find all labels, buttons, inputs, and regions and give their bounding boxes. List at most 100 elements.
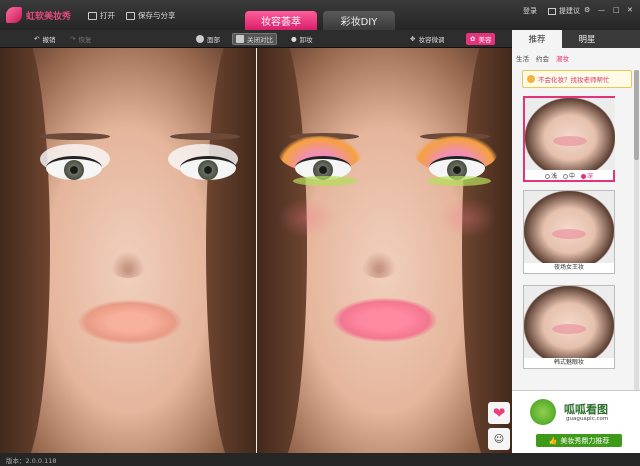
edit-toolbar: ↶ 撤销 ↷ 恢复 面部 关闭对比 ● 卸妆 ✥ 妆容微调 ✿ 美容 xyxy=(0,30,512,48)
redo-label: 恢复 xyxy=(78,36,92,44)
remove-makeup-button[interactable]: ● 卸妆 xyxy=(291,33,313,45)
makeup-adjust-label: 妆容微调 xyxy=(418,36,445,44)
face-label: 面部 xyxy=(207,36,220,44)
nose xyxy=(359,248,399,278)
scrollbar-thumb[interactable] xyxy=(634,70,639,160)
butterfly-logo-icon xyxy=(6,7,22,23)
thumb-image xyxy=(524,191,614,263)
tab-recommend[interactable]: 推荐 xyxy=(512,30,562,48)
folder-icon xyxy=(88,11,97,20)
hair-left xyxy=(0,48,50,453)
help-hint-text: 不会化妆？找妆老师帮忙 xyxy=(538,76,610,84)
share-icon xyxy=(126,11,135,20)
compare-icon xyxy=(236,35,244,43)
hair-right xyxy=(462,48,512,453)
level-deep[interactable]: 深 xyxy=(581,171,593,180)
save-share-button[interactable]: 保存与分享 xyxy=(126,10,176,21)
face-outline-icon: ☺ xyxy=(493,433,505,445)
open-button[interactable]: 打开 xyxy=(88,10,115,21)
left-iris xyxy=(64,160,84,180)
favorite-button[interactable]: ❤ xyxy=(488,402,510,424)
gear-icon: ⚙ xyxy=(584,6,591,14)
promo-title: 呱呱看图 xyxy=(564,403,608,416)
face-icon xyxy=(196,35,204,43)
minimize-icon: — xyxy=(598,6,605,14)
undo-label: 撤销 xyxy=(42,36,56,44)
makeup-thumb[interactable]: 浅 中 深 xyxy=(523,96,615,182)
left-eyebrow xyxy=(40,133,110,140)
subtab-life[interactable]: 生活 xyxy=(516,53,529,63)
right-eye xyxy=(180,156,236,180)
help-hint[interactable]: 不会化妆？找妆老师帮忙 xyxy=(522,70,632,88)
right-liner xyxy=(427,176,491,186)
feedback-button[interactable]: 提建议 xyxy=(548,6,580,16)
subtab-date[interactable]: 约会 xyxy=(536,53,549,63)
undo-icon: ↶ xyxy=(34,35,40,43)
right-eyebrow xyxy=(170,133,240,140)
redo-button[interactable]: ↷ 恢复 xyxy=(70,33,91,45)
undo-button[interactable]: ↶ 撤销 xyxy=(34,33,55,45)
promo-button[interactable]: 👍 美妆秀鼎力推荐 xyxy=(536,434,622,447)
promo-button-label: 美妆秀鼎力推荐 xyxy=(560,436,610,445)
remove-makeup-label: 卸妆 xyxy=(299,36,313,44)
level-light[interactable]: 浅 xyxy=(544,171,557,180)
thumb-image xyxy=(525,98,615,170)
level-medium-label: 中 xyxy=(568,172,575,180)
settings-button[interactable]: ⚙ xyxy=(584,6,590,14)
drop-icon: ● xyxy=(291,35,297,43)
open-label: 打开 xyxy=(100,11,115,20)
subtab-trendy[interactable]: 潮妆 xyxy=(556,53,569,63)
promo-banner[interactable]: 呱呱看图 guaguapic.com 👍 美妆秀鼎力推荐 xyxy=(512,390,640,453)
status-bar: 版本：2.0.0.118 xyxy=(0,453,640,466)
tab-celebrity[interactable]: 明星 xyxy=(562,30,612,48)
intensity-selector: 浅 中 深 xyxy=(525,170,613,180)
lips xyxy=(333,298,437,342)
left-liner xyxy=(293,176,357,186)
heart-icon: ❤ xyxy=(492,404,506,422)
save-share-label: 保存与分享 xyxy=(138,11,176,20)
frog-logo-icon xyxy=(530,399,556,425)
makeup-thumb[interactable]: 韩式魅眼妆 xyxy=(523,285,615,369)
nose xyxy=(108,248,148,278)
face-points-button[interactable]: ☺ xyxy=(488,428,510,450)
close-icon: ✕ xyxy=(627,6,633,14)
makeup-panel: 推荐 明星 生活 约会 潮妆 不会化妆？找妆老师帮忙 浅 中 深 夜场女王妆 韩… xyxy=(512,30,640,453)
beauty-button[interactable]: ✿ 美容 xyxy=(466,33,496,45)
feedback-label: 提建议 xyxy=(559,7,580,15)
face-button[interactable]: 面部 xyxy=(196,33,220,45)
thumb-caption: 韩式魅眼妆 xyxy=(553,359,584,366)
maximize-icon: □ xyxy=(613,6,620,14)
tab-makeup-gallery[interactable]: 妆容荟萃 xyxy=(245,11,317,30)
maximize-button[interactable]: □ xyxy=(613,6,620,14)
after-photo[interactable] xyxy=(257,48,512,453)
promo-url: guaguapic.com xyxy=(566,416,609,422)
lips xyxy=(78,300,182,344)
login-link[interactable]: 登录 xyxy=(523,6,537,16)
close-button[interactable]: ✕ xyxy=(627,6,633,14)
bulb-icon xyxy=(527,75,535,83)
category-tabs: 生活 约会 潮妆 xyxy=(516,53,569,63)
compare-label: 关闭对比 xyxy=(247,36,273,44)
version-text: 版本：2.0.0.118 xyxy=(6,457,57,465)
beauty-icon: ✿ xyxy=(470,35,476,43)
minimize-button[interactable]: — xyxy=(598,6,605,14)
level-medium[interactable]: 中 xyxy=(562,171,575,180)
thumb-image xyxy=(524,286,614,358)
thumb-caption: 夜场女王妆 xyxy=(553,264,584,271)
compare-toggle[interactable]: 关闭对比 xyxy=(232,33,277,45)
before-photo[interactable] xyxy=(0,48,256,453)
level-light-label: 浅 xyxy=(550,172,557,180)
tab-makeup-diy[interactable]: 彩妆DIY xyxy=(323,11,395,30)
left-blush xyxy=(277,198,337,238)
makeup-thumb[interactable]: 夜场女王妆 xyxy=(523,190,615,274)
left-eye xyxy=(46,156,102,180)
right-iris xyxy=(198,160,218,180)
level-deep-label: 深 xyxy=(587,172,594,180)
hair-left xyxy=(257,48,307,453)
radio-icon xyxy=(544,173,550,179)
thumbs-up-icon: 👍 xyxy=(548,436,558,445)
makeup-adjust-button[interactable]: ✥ 妆容微调 xyxy=(410,33,444,45)
mail-icon xyxy=(548,7,556,15)
panel-tabs: 推荐 明星 xyxy=(512,30,640,48)
app-title: 虹软美妆秀 xyxy=(26,11,72,22)
